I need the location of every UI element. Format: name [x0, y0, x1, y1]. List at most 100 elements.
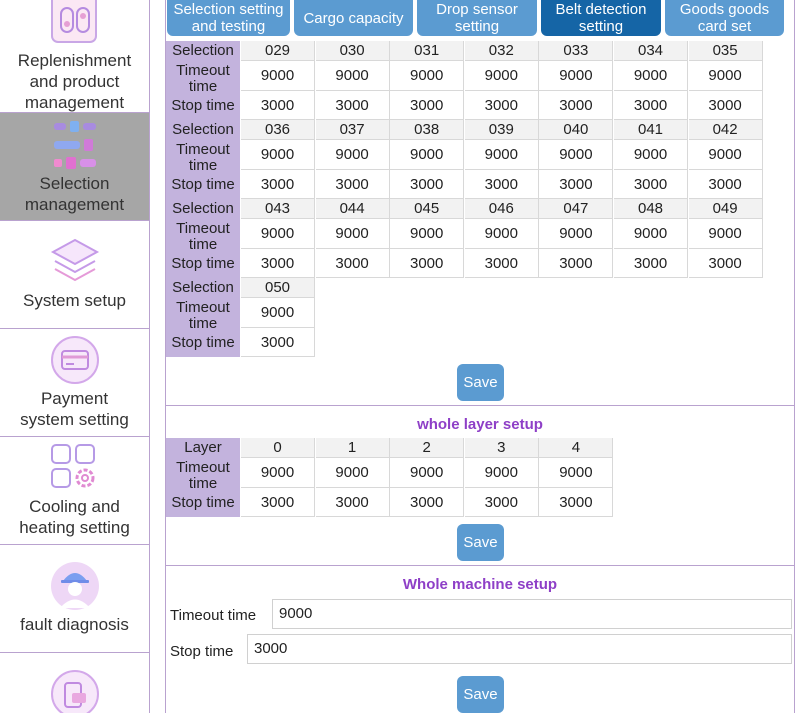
layer-stop-time-input[interactable]: 3000 [315, 488, 390, 517]
layer-timeout-input[interactable]: 9000 [539, 458, 614, 488]
timeout-input[interactable]: 9000 [614, 61, 688, 91]
timeout-input[interactable]: 9000 [539, 61, 614, 91]
stop-time-input[interactable]: 3000 [688, 249, 763, 278]
layer-timeout-input[interactable]: 9000 [315, 458, 390, 488]
stop-time-input[interactable]: 3000 [614, 91, 688, 120]
timeout-input[interactable]: 9000 [688, 61, 763, 91]
stop-time-input[interactable]: 3000 [241, 249, 315, 278]
selection-number: 050 [241, 278, 315, 298]
timeout-input[interactable]: 9000 [539, 219, 614, 249]
sidebar-item-selection-management[interactable]: Selection management [0, 113, 149, 221]
layer-timeout-input[interactable]: 9000 [464, 458, 539, 488]
tab-goods-card[interactable]: Goods goods card set [665, 0, 784, 36]
stop-time-input[interactable]: 3000 [241, 91, 315, 120]
stop-time-input[interactable]: 3000 [247, 634, 792, 664]
layer-number: 3 [464, 438, 539, 458]
stop-time-input[interactable]: 3000 [688, 170, 763, 199]
row-header-layer: Layer [166, 438, 240, 458]
selection-number: 043 [241, 199, 315, 219]
row-header-stop: Stop time [166, 328, 240, 357]
stop-time-input[interactable]: 3000 [390, 91, 465, 120]
sidebar-item-device[interactable] [0, 653, 149, 713]
grid-gear-icon [51, 444, 95, 488]
layer-timeout-input[interactable]: 9000 [390, 458, 465, 488]
timeout-input[interactable]: 9000 [390, 219, 465, 249]
selection-number: 037 [315, 120, 390, 140]
stop-time-input[interactable]: 3000 [315, 91, 390, 120]
layer-number: 0 [241, 438, 315, 458]
stop-time-input[interactable]: 3000 [539, 249, 614, 278]
timeout-input[interactable]: 9000 [390, 140, 465, 170]
timeout-input[interactable]: 9000 [315, 219, 390, 249]
stop-time-input[interactable]: 3000 [390, 249, 465, 278]
timeout-input[interactable]: 9000 [464, 140, 539, 170]
save-button[interactable]: Save [457, 676, 504, 713]
row-header-selection: Selection [166, 120, 240, 140]
timeout-input[interactable]: 9000 [464, 219, 539, 249]
payment-card-icon [51, 336, 99, 384]
timeout-input[interactable]: 9000 [539, 140, 614, 170]
row-header-selection: Selection [166, 278, 240, 298]
stop-time-input[interactable]: 3000 [539, 170, 614, 199]
stop-time-input[interactable]: 3000 [315, 170, 390, 199]
stop-time-input[interactable]: 3000 [241, 170, 315, 199]
selection-number: 041 [614, 120, 688, 140]
row-header-stop: Stop time [166, 91, 240, 120]
tab-selection-setting[interactable]: Selection setting and testing [167, 0, 290, 36]
timeout-input[interactable]: 9000 [614, 219, 688, 249]
selection-number: 035 [688, 41, 763, 61]
save-button[interactable]: Save [457, 524, 504, 561]
timeout-input[interactable]: 9000 [688, 140, 763, 170]
timeout-input[interactable]: 9000 [688, 219, 763, 249]
tab-belt-detection[interactable]: Belt detection setting [541, 0, 661, 36]
timeout-input[interactable]: 9000 [614, 140, 688, 170]
layer-stop-time-input[interactable]: 3000 [464, 488, 539, 517]
layers-icon [50, 238, 100, 282]
stop-time-input[interactable]: 3000 [464, 249, 539, 278]
timeout-input[interactable]: 9000 [390, 61, 465, 91]
selection-management-icon [54, 121, 96, 169]
selection-number: 034 [614, 41, 688, 61]
stop-time-input[interactable]: 3000 [390, 170, 465, 199]
stop-time-input[interactable]: 3000 [614, 170, 688, 199]
timeout-input[interactable]: 9000 [315, 140, 390, 170]
layer-stop-time-input[interactable]: 3000 [539, 488, 614, 517]
timeout-input[interactable]: 9000 [315, 61, 390, 91]
tab-drop-sensor[interactable]: Drop sensor setting [417, 0, 537, 36]
row-header-timeout: Timeout time [166, 458, 240, 488]
stop-time-input[interactable]: 3000 [539, 91, 614, 120]
device-icon [51, 670, 99, 713]
worker-icon [51, 562, 99, 610]
timeout-time-input[interactable]: 9000 [272, 599, 792, 629]
stop-time-input[interactable]: 3000 [688, 91, 763, 120]
stop-time-input[interactable]: 3000 [614, 249, 688, 278]
selection-number: 044 [315, 199, 390, 219]
tab-cargo-capacity[interactable]: Cargo capacity [294, 0, 413, 36]
row-header-stop: Stop time [166, 488, 240, 517]
timeout-input[interactable]: 9000 [241, 298, 315, 328]
save-button[interactable]: Save [457, 364, 504, 401]
stop-time-input[interactable]: 3000 [315, 249, 390, 278]
layer-timeout-input[interactable]: 9000 [241, 458, 315, 488]
stop-time-input[interactable]: 3000 [241, 328, 315, 357]
sidebar-item-cooling-heating[interactable]: Cooling and heating setting [0, 437, 149, 545]
sidebar-item-system-setup[interactable]: System setup [0, 221, 149, 329]
selection-number: 049 [688, 199, 763, 219]
timeout-input[interactable]: 9000 [241, 140, 315, 170]
layer-stop-time-input[interactable]: 3000 [390, 488, 465, 517]
sidebar-item-payment[interactable]: Payment system setting [0, 329, 149, 437]
stop-time-input[interactable]: 3000 [464, 170, 539, 199]
sidebar-item-replenishment[interactable]: Replenishment and product management [0, 0, 149, 113]
layer-number: 4 [539, 438, 614, 458]
stop-time-input[interactable]: 3000 [464, 91, 539, 120]
timeout-input[interactable]: 9000 [241, 219, 315, 249]
replenishment-icon [51, 0, 97, 43]
selection-number: 042 [688, 120, 763, 140]
timeout-input[interactable]: 9000 [464, 61, 539, 91]
timeout-input[interactable]: 9000 [241, 61, 315, 91]
selection-number: 045 [390, 199, 465, 219]
sidebar-item-fault-diagnosis[interactable]: fault diagnosis [0, 545, 149, 653]
layer-stop-time-input[interactable]: 3000 [241, 488, 315, 517]
row-header-stop: Stop time [166, 249, 240, 278]
sidebar-item-label: Selection management [24, 174, 125, 214]
